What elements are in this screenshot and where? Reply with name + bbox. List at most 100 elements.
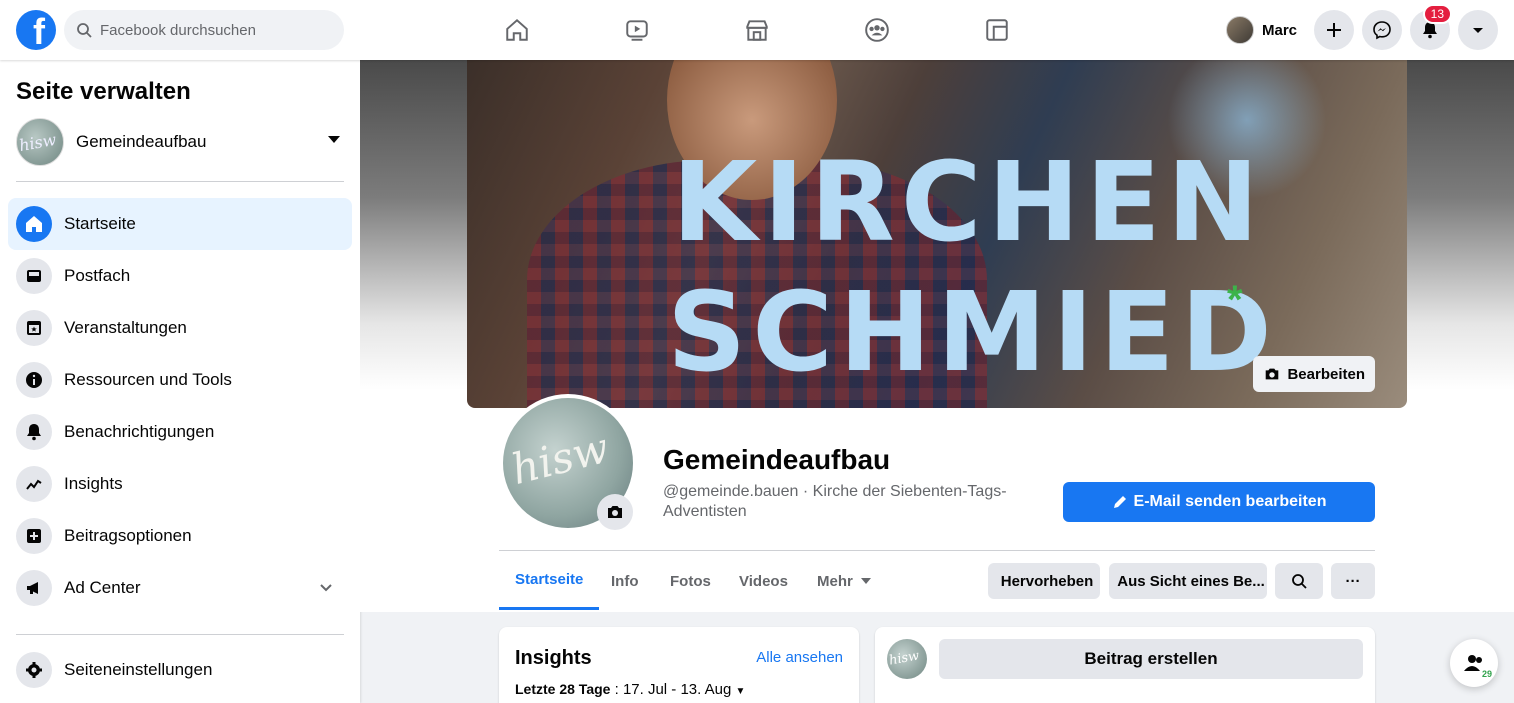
caret-down-icon	[860, 578, 871, 584]
watch-icon	[626, 20, 648, 41]
cover-photo[interactable]: KIRCHEN SCHMIED * Bearbeiten	[467, 60, 1407, 408]
home-icon	[506, 18, 528, 41]
marketplace-icon	[746, 20, 768, 41]
search-input[interactable]	[100, 21, 320, 39]
sidebar-item-ressourcen-und-tools[interactable]: Ressourcen und Tools	[8, 354, 352, 406]
page-avatar: hisw	[887, 639, 927, 679]
plus-icon	[1327, 23, 1341, 37]
search-box[interactable]	[64, 10, 344, 50]
sidebar-item-label: Postfach	[64, 266, 131, 285]
tab-label: Videos	[739, 572, 788, 590]
sidebar-item-ad-center[interactable]: Ad Center	[8, 562, 352, 614]
view-as-label: Aus Sicht eines Be...	[1117, 572, 1265, 590]
profile-chip[interactable]: Marc	[1222, 12, 1303, 48]
promote-label: Hervorheben	[1000, 572, 1094, 590]
nav-watch-button[interactable]	[617, 10, 657, 50]
user-name: Marc	[1262, 21, 1298, 39]
caret-down-icon	[1473, 28, 1483, 33]
create-button[interactable]	[1314, 10, 1354, 50]
tab-startseite[interactable]: Startseite	[499, 552, 600, 610]
tab-info[interactable]: Info	[595, 552, 655, 610]
cover-text-line2: SCHMIED	[667, 268, 1278, 396]
page-switcher-name: Gemeindeaufbau	[76, 132, 207, 151]
chevron-down-icon[interactable]	[318, 580, 334, 596]
camera-icon	[608, 506, 622, 518]
bell-icon	[16, 414, 52, 450]
info-icon	[16, 362, 52, 398]
facebook-logo[interactable]: f	[16, 10, 56, 50]
tab-label: Info	[611, 572, 639, 590]
view-as-visitor-button[interactable]: Aus Sicht eines Be...	[1109, 563, 1267, 599]
page-username-category: @gemeinde.bauen · Kirche der Siebenten-T…	[663, 483, 1007, 520]
sidebar-item-postfach[interactable]: Postfach	[8, 250, 352, 302]
page-main-area: KIRCHEN SCHMIED * Bearbeiten hisw Gemein…	[360, 60, 1514, 703]
sidebar-item-veranstaltungen[interactable]: Veranstaltungen	[8, 302, 352, 354]
user-avatar	[1226, 16, 1254, 44]
tab-fotos[interactable]: Fotos	[654, 552, 727, 610]
groups-icon	[865, 18, 889, 42]
sidebar-divider	[16, 181, 344, 182]
nav-home-button[interactable]	[497, 10, 537, 50]
account-menu-button[interactable]	[1458, 10, 1498, 50]
megaphone-icon	[16, 570, 52, 606]
nav-marketplace-button[interactable]	[737, 10, 777, 50]
cover-asterisk: *	[1227, 278, 1243, 322]
caret-down-icon	[328, 136, 340, 143]
sidebar-item-label: Startseite	[64, 214, 136, 233]
more-options-button[interactable]: ···	[1331, 563, 1375, 599]
promote-button[interactable]: Hervorheben	[988, 563, 1100, 599]
messenger-button[interactable]	[1362, 10, 1402, 50]
sidebar-item-insights[interactable]: Insights	[8, 458, 352, 510]
profile-picture-lettering: hisw	[506, 422, 614, 495]
tab-mehr[interactable]: Mehr	[801, 552, 887, 610]
page-search-button[interactable]	[1275, 563, 1323, 599]
edit-cover-button[interactable]: Bearbeiten	[1253, 356, 1375, 392]
tab-videos[interactable]: Videos	[723, 552, 804, 610]
page-avatar-lettering: hisw	[887, 648, 921, 669]
tab-label: Fotos	[670, 572, 711, 590]
create-post-button[interactable]: Beitrag erstellen	[939, 639, 1363, 679]
nav-gaming-button[interactable]	[977, 10, 1017, 50]
gaming-icon	[986, 19, 1008, 41]
cover-text-line1: KIRCHEN	[672, 138, 1265, 266]
pencil-icon	[1113, 496, 1126, 508]
manage-page-sidebar: Seite verwalten Gemeindeaufbau Startseit…	[0, 60, 360, 703]
insights-date-range[interactable]: Letzte 28 Tage : 17. Jul - 13. Aug ▼	[515, 681, 745, 698]
sidebar-item-beitragsoptionen[interactable]: Beitragsoptionen	[8, 510, 352, 562]
insights-see-all-link[interactable]: Alle ansehen	[756, 649, 843, 666]
sidebar-item-label: Veranstaltungen	[64, 318, 187, 337]
sidebar-item-label: Seiteneinstellungen	[64, 660, 213, 679]
insights-title: Insights	[515, 647, 592, 669]
messenger-icon	[1373, 21, 1391, 40]
notifications-button[interactable]: 13	[1410, 4, 1452, 50]
sidebar-item-seiteneinstellungen[interactable]: Seiteneinstellungen	[8, 644, 352, 696]
range-value: : 17. Jul - 13. Aug	[610, 681, 732, 698]
sidebar-item-label: Ad Center	[64, 578, 141, 597]
home-icon	[16, 206, 52, 242]
gear-icon	[16, 652, 52, 688]
page-title: Gemeindeaufbau	[663, 444, 891, 475]
nav-groups-button[interactable]	[857, 10, 897, 50]
contacts-floating-button[interactable]: 29	[1450, 639, 1498, 687]
range-label: Letzte 28 Tage	[515, 681, 611, 697]
search-icon	[1292, 574, 1307, 589]
sidebar-item-label: Insights	[64, 474, 123, 493]
sidebar-item-label: Ressourcen und Tools	[64, 370, 232, 389]
inbox-icon	[16, 258, 52, 294]
tab-label: Startseite	[515, 571, 584, 588]
page-avatar	[16, 118, 64, 166]
facebook-logo-letter: f	[33, 11, 45, 50]
update-profile-picture-button[interactable]	[597, 494, 633, 530]
top-navigation-bar: f Marc 13	[0, 0, 1514, 60]
camera-icon	[1266, 368, 1279, 380]
active-contacts-count: 29	[1481, 669, 1492, 679]
edit-email-label: E-Mail senden bearbeiten	[1133, 493, 1327, 510]
page-switcher[interactable]: Gemeindeaufbau	[16, 116, 344, 168]
edit-email-button[interactable]: E-Mail senden bearbeiten	[1063, 482, 1375, 522]
post-options-icon	[16, 518, 52, 554]
sidebar-item-startseite[interactable]: Startseite	[8, 198, 352, 250]
search-icon	[77, 23, 92, 38]
sidebar-title: Seite verwalten	[16, 78, 191, 105]
edit-cover-label: Bearbeiten	[1287, 365, 1365, 383]
sidebar-item-benachrichtigungen[interactable]: Benachrichtigungen	[8, 406, 352, 458]
